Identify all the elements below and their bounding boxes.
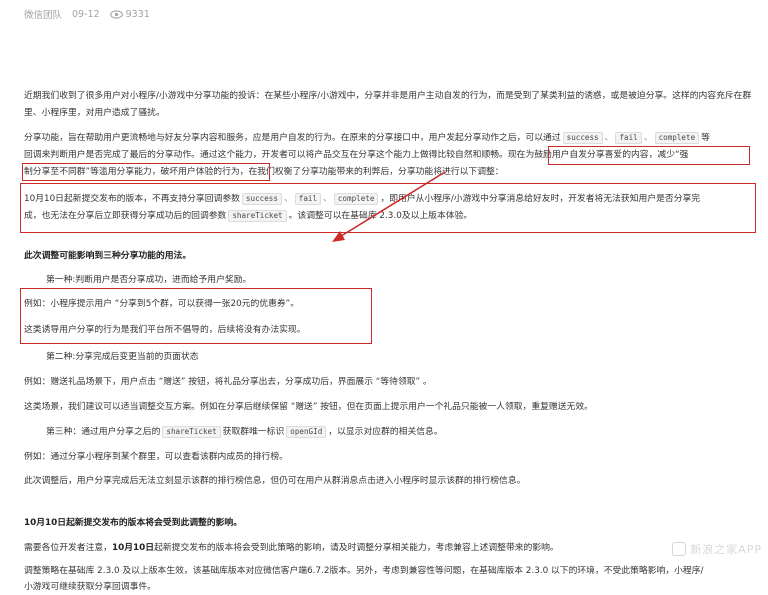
version-notice: 调整策略在基础库 2.3.0 及以上版本生效，该基础库版本对应微信客户端6.7.… — [24, 563, 754, 595]
case-two-title: 第二种:分享完成后变更当前的页面状态 — [46, 352, 199, 362]
bold-date: 10月10日 — [111, 543, 155, 553]
code-shareticket: shareTicket — [162, 426, 221, 438]
section-heading-effective: 10月10日起新提交发布的版本将会受到此调整的影响。 — [24, 518, 243, 528]
text: 起新提交发布的版本将会受到此策略的影响，请及时调整分享相关能力，考虑兼容上述调整… — [154, 543, 559, 553]
case-three-note: 此次调整后，用户分享完成后无法立刻显示该群的排行榜信息，但仍可在用户从群消息点击… — [24, 476, 526, 486]
watermark: 新浪之家APP — [672, 541, 762, 557]
code-opengid: openGId — [286, 426, 327, 438]
case-two-note: 这类场景，我们建议可以适当调整交互方案。例如在分享后继续保留 “赠送” 按钮，但… — [24, 402, 593, 412]
case-three-example: 例如：通过分享小程序到某个群里，可以查看该群内成员的排行榜。 — [24, 452, 288, 462]
text: 需要各位开发者注意， — [24, 543, 112, 553]
watermark-text: 新浪之家APP — [690, 543, 762, 556]
text: 获取群唯一标识 — [222, 427, 285, 437]
developer-notice: 需要各位开发者注意，10月10日起新提交发布的版本将会受到此策略的影响，请及时调… — [24, 540, 754, 557]
case-two-example: 例如：赠送礼品场景下，用户点击 “赠送” 按钮，将礼品分享出去，分享成功后，界面… — [24, 377, 432, 387]
section-heading-impact: 此次调整可能影响到三种分享功能的用法。 — [24, 251, 192, 261]
version-line-2: 小游戏可继续获取分享回调事件。 — [24, 582, 156, 592]
case-one-note: 这类诱导用户分享的行为是我们平台所不倡导的，后续将没有办法实现。 — [24, 325, 306, 335]
watermark-icon — [672, 542, 687, 556]
version-line-1: 调整策略在基础库 2.3.0 及以上版本生效，该基础库版本对应微信客户端6.7.… — [24, 566, 704, 576]
text: ，以显示对应群的相关信息。 — [328, 427, 443, 437]
case-one-example: 例如：小程序提示用户 “分享到5个群，可以获得一张20元的优惠券”。 — [24, 299, 300, 309]
case-three-title: 第三种：通过用户分享之后的 shareTicket 获取群唯一标识 openGId ，以… — [24, 424, 768, 441]
text: 第三种：通过用户分享之后的 — [46, 427, 161, 437]
case-one-title: 第一种:判断用户是否分享成功，进而给予用户奖励。 — [46, 275, 252, 285]
